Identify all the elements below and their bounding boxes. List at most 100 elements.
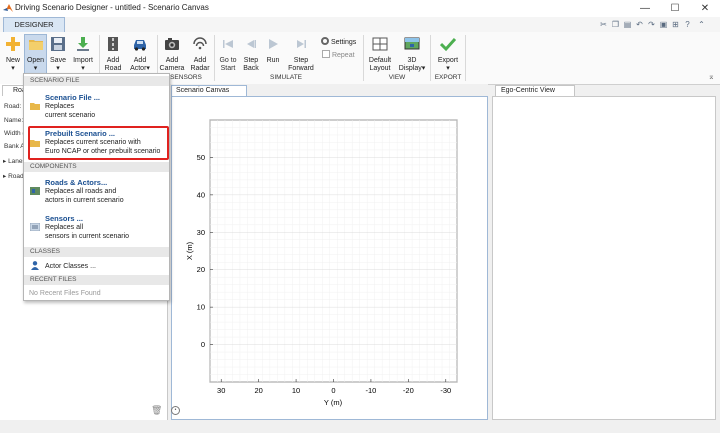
- menu-item-desc: Replaces: [45, 103, 75, 110]
- x-tick-label: -10: [366, 386, 377, 395]
- disk-icon: [51, 37, 65, 51]
- chevron-down-icon: ▾: [446, 65, 450, 72]
- menu-item-sensors[interactable]: Sensors ...: [45, 214, 83, 223]
- ego-centric-view-area[interactable]: [492, 96, 716, 420]
- x-tick-label: 0: [331, 386, 335, 395]
- open-menu: SCENARIO FILE Scenario File ... Replaces…: [23, 73, 170, 301]
- ribbon-separator: [214, 35, 215, 81]
- default-layout-button[interactable]: Default Layout: [366, 36, 394, 73]
- y-tick-label: 40: [197, 190, 205, 199]
- trash-icon[interactable]: 🗑: [151, 405, 162, 416]
- x-tick-label: 20: [254, 386, 262, 395]
- ribbon-separator: [465, 35, 466, 81]
- checkmark-icon: [439, 37, 457, 52]
- sensors-icon: [30, 223, 40, 231]
- chevron-down-icon: ▾: [81, 65, 85, 72]
- y-axis-label: X (m): [185, 241, 194, 260]
- tab-ego-centric-view[interactable]: Ego-Centric View: [495, 85, 575, 96]
- section-simulate-label: SIMULATE: [269, 74, 303, 81]
- menu-item-actor-classes[interactable]: Actor Classes ...: [45, 262, 96, 271]
- 3d-display-icon: [404, 37, 420, 50]
- new-button[interactable]: New ▾: [3, 36, 23, 73]
- 3d-display-button[interactable]: 3D Display▾: [396, 36, 428, 73]
- layout-icon[interactable]: ⊞: [670, 19, 681, 30]
- close-button[interactable]: ✕: [690, 0, 720, 17]
- import-arrow-icon: [77, 37, 89, 51]
- title-bar: Driving Scenario Designer - untitled - S…: [0, 0, 720, 18]
- chevron-down-icon: ▾: [421, 65, 426, 72]
- paste-icon[interactable]: ▤: [622, 19, 633, 30]
- repeat-checkbox[interactable]: Repeat: [322, 50, 355, 59]
- road-centers-expander[interactable]: ▸ Road: [3, 172, 24, 180]
- run-button[interactable]: Run: [263, 36, 283, 65]
- x-tick-label: 30: [217, 386, 225, 395]
- x-axis-label: Y (m): [324, 398, 343, 407]
- scenario-plot[interactable]: 30 20 10 0 -10 -20 -30 0 10 20 30 40 50 Y (m) X (m): [171, 96, 488, 420]
- settings-button[interactable]: Settings: [321, 37, 356, 46]
- chevron-down-icon: ▾: [56, 65, 60, 72]
- collapse-icon[interactable]: ⌃: [696, 19, 707, 30]
- highlight-box: [28, 126, 169, 160]
- add-road-button[interactable]: Add Road: [101, 36, 125, 73]
- chevron-down-icon: ▾: [146, 65, 150, 72]
- name-label: Name:: [4, 117, 24, 124]
- copy-icon[interactable]: ❐: [610, 19, 621, 30]
- tab-scenario-canvas[interactable]: Scenario Canvas: [171, 85, 247, 96]
- y-tick-label: 50: [197, 153, 205, 162]
- minimize-button[interactable]: —: [630, 0, 660, 17]
- tab-designer[interactable]: DESIGNER: [3, 17, 65, 32]
- layout-grid-icon: [372, 37, 388, 51]
- gear-icon: [321, 37, 329, 45]
- go-to-start-button[interactable]: Go to Start: [216, 36, 240, 73]
- section-export-label: EXPORT: [434, 74, 462, 81]
- ribbon-separator: [363, 35, 364, 81]
- car-icon: [134, 40, 146, 51]
- open-button[interactable]: Open ▾: [24, 36, 47, 73]
- matlab-logo-icon: [3, 4, 13, 12]
- collapse-ribbon-icon[interactable]: ⌅: [708, 72, 715, 81]
- section-view-label: VIEW: [388, 74, 406, 81]
- menu-item-desc: Replaces all roads and: [45, 188, 117, 195]
- roads-actors-icon: [30, 187, 40, 195]
- help-icon[interactable]: ?: [682, 19, 693, 30]
- y-tick-label: 10: [197, 303, 205, 312]
- redo-icon[interactable]: ↷: [646, 19, 657, 30]
- menu-header-classes: CLASSES: [24, 247, 169, 257]
- import-button[interactable]: Import ▾: [70, 36, 96, 73]
- maximize-button[interactable]: ☐: [660, 0, 690, 17]
- chevron-down-icon: ▾: [33, 65, 38, 72]
- y-tick-label: 0: [201, 340, 205, 349]
- menu-item-roads-actors[interactable]: Roads & Actors...: [45, 178, 107, 187]
- folder-icon: [28, 40, 43, 50]
- x-tick-label: 10: [292, 386, 300, 395]
- checkbox-icon: [322, 50, 330, 58]
- cut-icon[interactable]: ✂: [598, 19, 609, 30]
- menu-header-components: COMPONENTS: [24, 162, 169, 172]
- add-radar-button[interactable]: Add Radar: [187, 36, 213, 73]
- export-button[interactable]: Export ▾: [433, 36, 463, 73]
- width-label: Width (: [4, 130, 25, 137]
- menu-item-desc: sensors in current scenario: [45, 233, 130, 240]
- save-small-icon[interactable]: ▣: [658, 19, 669, 30]
- zoom-icon[interactable]: •: [171, 406, 180, 415]
- camera-icon: [165, 38, 179, 50]
- add-camera-button[interactable]: Add Camera: [158, 36, 186, 73]
- menu-item-desc: actors in current scenario: [45, 197, 124, 204]
- menu-item-scenario-file[interactable]: Scenario File ...: [45, 93, 100, 102]
- plus-icon: [6, 37, 20, 51]
- undo-icon[interactable]: ↶: [634, 19, 645, 30]
- menu-header-recent-files: RECENT FILES: [24, 275, 169, 285]
- save-button[interactable]: Save ▾: [48, 36, 68, 73]
- y-tick-label: 20: [197, 265, 205, 274]
- window-title: Driving Scenario Designer - untitled - S…: [15, 3, 209, 12]
- x-tick-label: -20: [403, 386, 414, 395]
- step-back-button[interactable]: Step Back: [241, 36, 261, 73]
- skip-back-icon: [223, 40, 233, 48]
- chevron-down-icon: ▾: [11, 65, 15, 72]
- person-icon: [31, 261, 39, 270]
- add-actor-button[interactable]: Add Actor▾: [126, 36, 154, 73]
- section-sensors-label: SENSORS: [170, 74, 202, 81]
- step-forward-icon: [297, 40, 306, 48]
- play-icon: [269, 39, 278, 49]
- step-forward-button[interactable]: Step Forward: [286, 36, 316, 73]
